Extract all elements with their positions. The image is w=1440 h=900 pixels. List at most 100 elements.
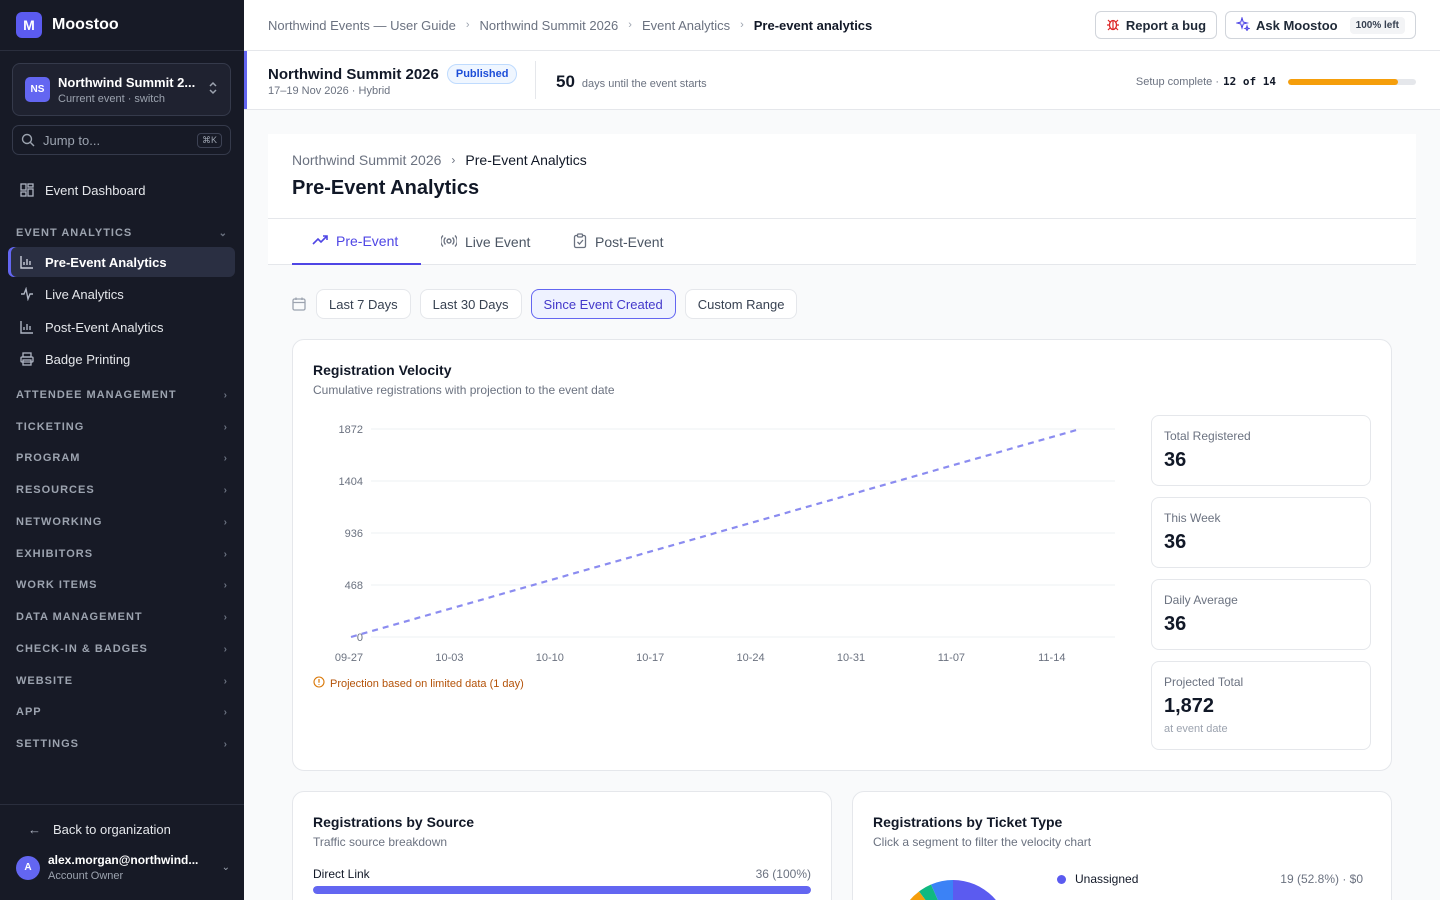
breadcrumb: Northwind Summit 2026 › Pre-Event Analyt… xyxy=(292,152,587,168)
divider xyxy=(535,61,536,99)
section-resources[interactable]: RESOURCES › xyxy=(16,484,228,496)
breadcrumb-current: Pre-event analytics xyxy=(753,17,873,33)
legend-item[interactable]: Unassigned 19 (52.8%) · $0 xyxy=(1057,872,1363,886)
bug-icon xyxy=(1106,17,1120,34)
section-label: DATA MANAGEMENT xyxy=(16,611,143,623)
event-switcher-name: Northwind Summit 2... xyxy=(58,74,196,90)
breadcrumb-item[interactable]: Northwind Summit 2026 xyxy=(292,152,441,168)
report-bug-button[interactable]: Report a bug xyxy=(1094,11,1218,39)
broadcast-icon xyxy=(440,234,458,251)
sidebar-footer: ← Back to organization A alex.morgan@nor… xyxy=(0,804,244,882)
event-switcher-sub: Current event · switch xyxy=(58,92,165,105)
arrow-left-icon: ← xyxy=(28,822,41,837)
page-title: Pre-Event Analytics xyxy=(292,177,480,199)
section-data-management[interactable]: DATA MANAGEMENT › xyxy=(16,611,228,623)
card-subtitle: Traffic source breakdown xyxy=(313,835,448,849)
nav-badge-printing[interactable]: Badge Printing xyxy=(8,344,235,374)
section-website[interactable]: WEBSITE › xyxy=(16,675,228,687)
stat-value: 36 xyxy=(1164,449,1187,471)
chevron-right-icon: › xyxy=(223,516,228,528)
breadcrumb-item[interactable]: Event Analytics xyxy=(642,18,730,33)
chevron-right-icon: › xyxy=(223,738,228,750)
ask-moostoo-button[interactable]: Ask Moostoo 100% left xyxy=(1225,11,1416,39)
section-attendee-management[interactable]: ATTENDEE MANAGEMENT › xyxy=(16,389,228,401)
jump-to-input[interactable]: Jump to... ⌘K xyxy=(12,125,231,155)
nav-label: Post-Event Analytics xyxy=(45,319,164,335)
chevron-right-icon: › xyxy=(223,675,228,687)
nav-live-analytics[interactable]: Live Analytics xyxy=(8,279,235,309)
trending-up-icon xyxy=(312,233,328,249)
x-tick-label: 11-14 xyxy=(1038,652,1065,664)
section-program[interactable]: PROGRAM › xyxy=(16,452,228,464)
source-row[interactable]: Direct Link 36 (100%) xyxy=(313,867,811,881)
stat-value: 36 xyxy=(1164,531,1187,553)
clipboard-check-icon xyxy=(573,232,587,252)
legend-value: 19 (52.8%) · $0 xyxy=(1280,872,1363,886)
tab-pre-event[interactable]: Pre-Event xyxy=(292,219,421,265)
setup-progress[interactable]: Setup complete · 12 of 14 xyxy=(1136,75,1416,88)
x-tick-label: 10-10 xyxy=(536,652,564,664)
nav-event-dashboard[interactable]: Event Dashboard xyxy=(8,175,235,205)
user-email: alex.morgan@northwind... xyxy=(48,853,199,867)
section-check-in-badges[interactable]: CHECK-IN & BADGES › xyxy=(16,643,228,655)
brand-logo: M xyxy=(16,12,42,38)
chevron-right-icon: › xyxy=(740,19,744,31)
section-label: CHECK-IN & BADGES xyxy=(16,643,148,655)
section-settings[interactable]: SETTINGS › xyxy=(16,738,228,750)
y-tick-label: 1872 xyxy=(339,424,363,436)
section-event-analytics[interactable]: EVENT ANALYTICS ⌄ xyxy=(16,227,228,239)
filter-custom-range[interactable]: Custom Range xyxy=(684,289,798,319)
chevron-right-icon: › xyxy=(628,19,632,31)
velocity-chart[interactable]: 04689361404187209-27 10-03 10-10 10-17 10-24… xyxy=(313,418,1123,670)
brand[interactable]: M Moostoo xyxy=(0,0,244,51)
section-label: APP xyxy=(16,706,42,718)
ticket-type-donut-chart[interactable] xyxy=(893,876,1013,900)
breadcrumb-item[interactable]: Northwind Summit 2026 xyxy=(480,18,619,33)
filter-last-7-days[interactable]: Last 7 Days xyxy=(316,289,411,319)
chevron-right-icon: › xyxy=(223,579,228,591)
registrations-by-ticket-type-card: Registrations by Ticket Type Click a seg… xyxy=(852,791,1392,900)
section-ticketing[interactable]: TICKETING › xyxy=(16,421,228,433)
nav-pre-event-analytics[interactable]: Pre-Event Analytics xyxy=(8,247,235,277)
filter-last-30-days[interactable]: Last 30 Days xyxy=(419,289,522,319)
donut-segment xyxy=(953,880,996,900)
stat-value: 1,872 xyxy=(1164,695,1215,717)
tab-label: Live Event xyxy=(465,234,531,250)
info-circle-icon xyxy=(313,676,325,691)
chevron-right-icon: › xyxy=(451,153,456,167)
y-tick-label: 936 xyxy=(345,528,363,540)
registration-velocity-card: Registration Velocity Cumulative registr… xyxy=(292,339,1392,771)
stat-card-projected-total: Projected Total 1,872 at event date xyxy=(1151,661,1371,750)
chevron-right-icon: › xyxy=(223,421,228,433)
breadcrumb-item[interactable]: Northwind Events — User Guide xyxy=(268,18,456,33)
section-exhibitors[interactable]: EXHIBITORS › xyxy=(16,548,228,560)
chevron-right-icon: › xyxy=(223,452,228,464)
source-bar-fill xyxy=(313,886,811,894)
nav-label: Badge Printing xyxy=(45,351,131,367)
tab-live-event[interactable]: Live Event xyxy=(440,219,531,265)
event-dates: 17–19 Nov 2026 · Hybrid xyxy=(268,85,391,97)
event-avatar: NS xyxy=(25,77,50,102)
filter-since-event-created[interactable]: Since Event Created xyxy=(530,289,676,319)
user-menu[interactable]: A alex.morgan@northwind... Account Owner… xyxy=(16,853,230,882)
section-work-items[interactable]: WORK ITEMS › xyxy=(16,579,228,591)
back-to-organization-link[interactable]: ← Back to organization xyxy=(28,822,171,837)
setup-value: 12 of 14 xyxy=(1223,75,1276,88)
days-countdown: 50 days until the event starts xyxy=(556,72,707,92)
section-label: PROGRAM xyxy=(16,452,81,464)
section-app[interactable]: APP › xyxy=(16,706,228,718)
section-networking[interactable]: NETWORKING › xyxy=(16,516,228,528)
ask-label: Ask Moostoo xyxy=(1256,17,1338,33)
bar-chart-icon xyxy=(20,255,34,269)
chevron-down-icon: ⌄ xyxy=(218,227,228,239)
nav-post-event-analytics[interactable]: Post-Event Analytics xyxy=(8,312,235,342)
section-label: RESOURCES xyxy=(16,484,95,496)
nav-label: Live Analytics xyxy=(45,286,124,302)
page-header: Northwind Summit 2026 › Pre-Event Analyt… xyxy=(268,134,1416,265)
stat-note: at event date xyxy=(1164,723,1228,735)
event-switcher[interactable]: NS Northwind Summit 2... Current event ·… xyxy=(12,63,231,116)
nav-label: Event Dashboard xyxy=(45,182,146,198)
chevron-right-icon: › xyxy=(465,19,470,31)
tab-post-event[interactable]: Post-Event xyxy=(573,219,663,265)
chevron-right-icon: › xyxy=(223,548,228,560)
